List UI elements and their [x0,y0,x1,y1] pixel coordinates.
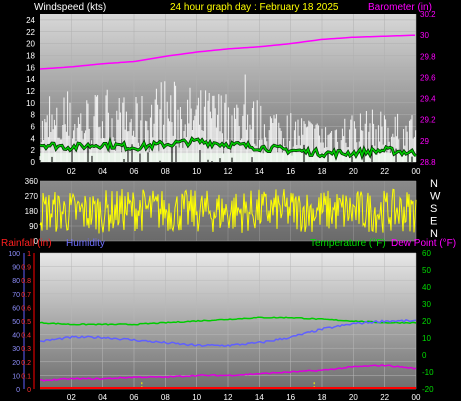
temperature-tick-label: 30 [422,300,431,309]
temp-x-tick-label: 16 [286,393,295,401]
humidity-tick-label: 70 [12,292,20,299]
rainfall-tick-label: 1 [27,251,31,258]
wind-y-tick-label: 24 [26,16,35,25]
rainfall-tick-label: 0.5 [21,319,31,326]
rainfall-tick-label: 0.6 [21,305,31,312]
temperature-tick-label: 50 [422,266,431,275]
humidity-tick-label: 40 [12,333,20,340]
temp-x-tick-label: 14 [255,393,264,401]
humidity-tick-label: 90 [12,265,20,272]
temp-x-tick-label: 12 [224,393,233,401]
wind-y-tick-label: 6 [31,122,36,131]
wind-y-tick-label: 4 [31,134,36,143]
wind-x-tick-label: 06 [130,167,139,176]
wind-x-tick-label: 22 [380,167,389,176]
barometer-tick-label: 30.2 [420,10,436,19]
temp-x-tick-label: 10 [192,393,201,401]
graph-title: 24 hour graph day : February 18 2025 [170,2,339,13]
humidity-tick-label: 0 [16,387,20,394]
wind-y-tick-label: 16 [26,63,35,72]
temperature-tick-label: 0 [422,351,427,360]
temp-x-tick-label: 08 [161,393,170,401]
wind-x-tick-label: 16 [286,167,295,176]
barometer-tick-label: 29 [420,137,429,146]
temp-x-tick-label: 22 [380,393,389,401]
rainfall-axis-title: Rainfall (in) [1,238,52,249]
humidity-tick-label: 60 [12,305,20,312]
wind-y-tick-label: 2 [31,146,36,155]
humidity-tick-label: 100 [8,251,20,258]
wind-x-tick-label: 02 [67,167,76,176]
weather-24h-graph: Windspeed (kts) 24 hour graph day : Febr… [1,2,456,401]
humidity-tick-label: 80 [12,278,20,285]
wind-y-tick-label: 10 [26,99,35,108]
rainfall-tick-label: 0.4 [21,333,31,340]
wind-x-tick-label: 08 [161,167,170,176]
wind-y-tick-label: 12 [26,87,35,96]
compass-label: S [430,203,437,215]
wind-x-tick-label: 04 [98,167,107,176]
wind-axis-title: Windspeed (kts) [34,2,106,13]
temp-x-tick-label: 18 [318,393,327,401]
temp-x-tick-label: 20 [349,393,358,401]
barometer-tick-label: 29.2 [420,116,436,125]
temperature-tick-label: -20 [422,385,434,394]
barometer-tick-label: 28.8 [420,158,436,167]
wind-y-tick-label: 18 [26,51,35,60]
humidity-axis-title: Humidity [66,238,105,249]
humidity-tick-label: 20 [12,360,20,367]
barometer-tick-label: 29.8 [420,52,436,61]
temperature-tick-label: 40 [422,283,431,292]
barometer-tick-label: 30 [420,31,429,40]
temp-x-tick-label: 04 [98,393,107,401]
rainfall-tick-label: 0.3 [21,346,31,353]
temp-x-tick-label: 00 [412,393,421,401]
wind-y-tick-label: 20 [26,40,35,49]
temperature-tick-label: 10 [422,334,431,343]
wind-y-tick-label: 14 [26,75,35,84]
humidity-tick-label: 50 [12,319,20,326]
rainfall-tick-label: 0.8 [21,278,31,285]
wind-x-tick-label: 10 [192,167,201,176]
dew-point-axis-title: Dew Point (°F) [391,238,456,249]
wind-x-tick-label: 14 [255,167,264,176]
rainfall-tick-label: 0.2 [21,360,31,367]
barometer-tick-label: 29.6 [420,73,436,82]
compass-label: E [430,216,437,228]
humidity-tick-label: 10 [12,373,20,380]
rainfall-tick-label: 0.1 [21,373,31,380]
wind-y-tick-label: 0 [31,158,36,167]
wind-x-tick-label: 20 [349,167,358,176]
direction-tick-label: 90 [29,222,38,231]
wind-x-tick-label: 00 [412,167,421,176]
direction-tick-label: 360 [25,177,39,186]
compass-label: W [430,191,441,203]
temperature-axis-title: Temperature (°F) [310,238,386,249]
rainfall-tick-label: 0.9 [21,265,31,272]
rainfall-tick-label: 0.7 [21,292,31,299]
wind-y-tick-label: 22 [26,28,35,37]
temperature-tick-label: 20 [422,317,431,326]
temperature-tick-label: 60 [422,249,431,258]
direction-tick-label: 180 [25,207,39,216]
wind-y-tick-label: 8 [31,111,36,120]
rainfall-tick-label: 0 [27,387,31,394]
humidity-tick-label: 30 [12,346,20,353]
wind-x-tick-label: 18 [318,167,327,176]
direction-tick-label: 270 [25,192,39,201]
barometer-tick-label: 29.4 [420,95,436,104]
temp-x-tick-label: 06 [130,393,139,401]
wind-x-tick-label: 12 [224,167,233,176]
temp-x-tick-label: 02 [67,393,76,401]
compass-label: N [430,178,438,190]
temperature-tick-label: -10 [422,368,434,377]
